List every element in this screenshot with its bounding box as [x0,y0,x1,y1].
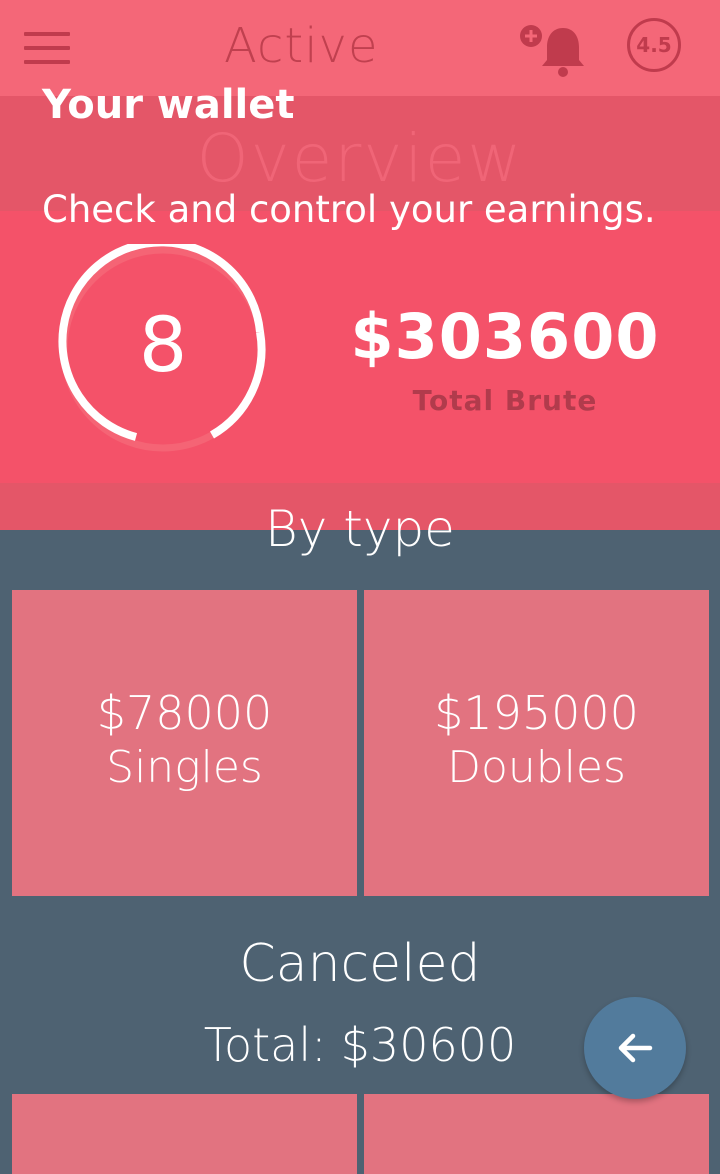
canceled-title: Canceled [239,934,481,994]
arrow-left-icon [618,1033,653,1063]
card-label: Doubles [447,742,626,793]
card-label: Singles [106,742,263,793]
overview-title: Overview [196,120,524,197]
total-amount: $303600 [350,300,660,373]
back-fab-button[interactable] [584,997,686,1099]
canceled-card-2[interactable] [364,1094,709,1174]
total-label: Total Brute [412,384,598,417]
wallet-count: 8 [138,300,188,389]
app-bar-title: Active [224,18,379,74]
by-type-title: By type [265,500,455,558]
canceled-total-label: Total: [203,1018,327,1072]
canceled-total-value: $30600 [340,1018,517,1072]
wallet-subtitle: Check and control your earnings. [42,188,656,231]
card-amount: $78000 [96,686,273,740]
card-amount: $195000 [434,686,639,740]
canceled-card-1[interactable] [12,1094,357,1174]
hamburger-menu-icon[interactable] [24,32,70,64]
rating-badge[interactable]: 4.5 [627,18,681,72]
card-doubles[interactable]: $195000 Doubles [364,590,709,896]
bell-icon[interactable] [516,20,588,80]
card-singles[interactable]: $78000 Singles [12,590,357,896]
wallet-title: Your wallet [42,82,295,128]
